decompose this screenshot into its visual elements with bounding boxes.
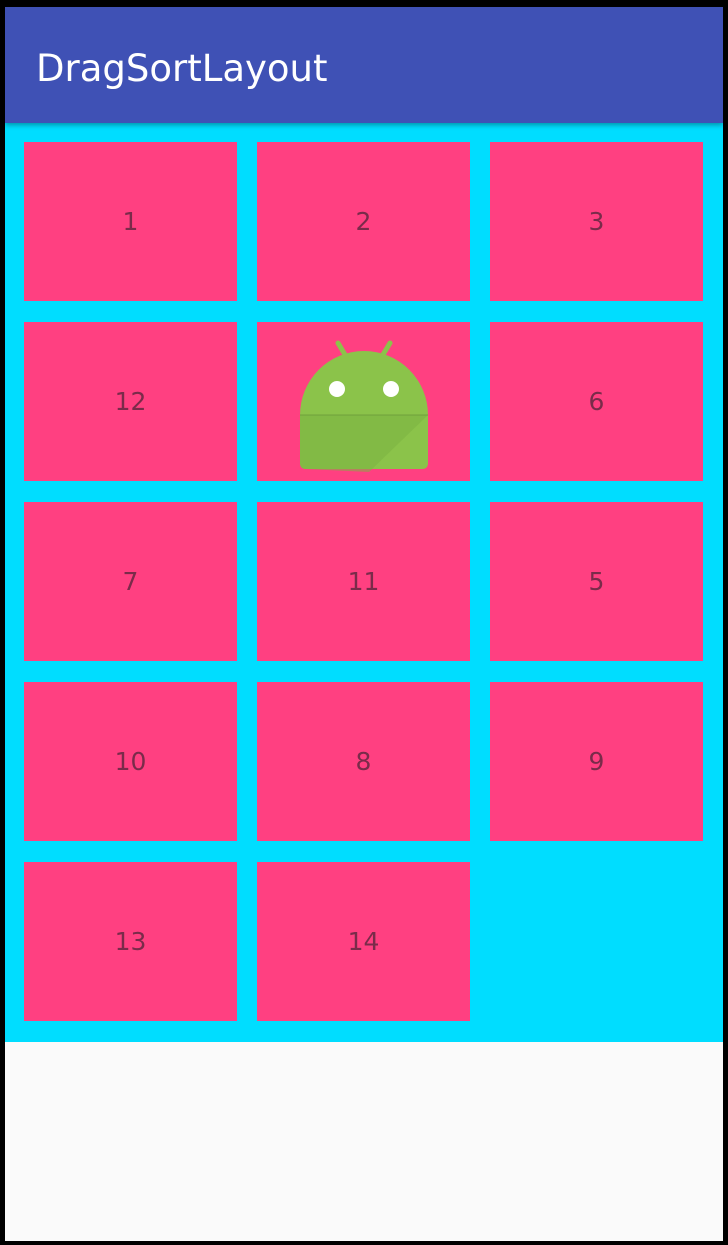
grid-tile[interactable]: 6 bbox=[490, 322, 703, 481]
app-bar: DragSortLayout bbox=[5, 7, 723, 123]
grid-tile[interactable]: 9 bbox=[490, 682, 703, 841]
tile-label: 14 bbox=[347, 927, 380, 956]
tile-label: 13 bbox=[114, 927, 147, 956]
drag-sort-grid: 1 2 3 12 6 7 11 5 10 8 9 13 14 bbox=[5, 123, 723, 1042]
grid-tile[interactable]: 7 bbox=[24, 502, 237, 661]
tile-label: 2 bbox=[355, 207, 372, 236]
tile-label: 1 bbox=[122, 207, 139, 236]
grid-tile[interactable]: 14 bbox=[257, 862, 470, 1021]
tile-label: 7 bbox=[122, 567, 139, 596]
grid-tile[interactable]: 5 bbox=[490, 502, 703, 661]
grid-tile[interactable]: 8 bbox=[257, 682, 470, 841]
tile-label: 11 bbox=[347, 567, 380, 596]
tile-label: 9 bbox=[588, 747, 605, 776]
tile-label: 8 bbox=[355, 747, 372, 776]
grid-tile[interactable]: 11 bbox=[257, 502, 470, 661]
grid-tile-android[interactable] bbox=[257, 322, 470, 481]
grid-tile[interactable]: 12 bbox=[24, 322, 237, 481]
empty-content-area bbox=[5, 1042, 723, 1241]
tile-label: 5 bbox=[588, 567, 605, 596]
android-icon bbox=[299, 340, 428, 472]
tile-label: 10 bbox=[114, 747, 147, 776]
grid-tile[interactable]: 1 bbox=[24, 142, 237, 301]
tile-label: 12 bbox=[114, 387, 147, 416]
grid-tile[interactable]: 10 bbox=[24, 682, 237, 841]
device-frame: DragSortLayout 1 2 3 12 6 7 11 5 10 8 9 … bbox=[0, 0, 728, 1245]
tile-label: 3 bbox=[588, 207, 605, 236]
app-title: DragSortLayout bbox=[36, 47, 328, 90]
grid-tile[interactable]: 3 bbox=[490, 142, 703, 301]
grid-tile[interactable]: 2 bbox=[257, 142, 470, 301]
tile-label: 6 bbox=[588, 387, 605, 416]
grid-tile[interactable]: 13 bbox=[24, 862, 237, 1021]
app-screen: DragSortLayout 1 2 3 12 6 7 11 5 10 8 9 … bbox=[5, 7, 723, 1241]
